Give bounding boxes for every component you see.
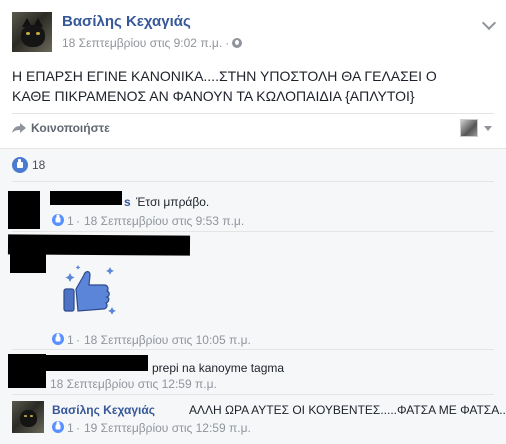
comment-like-count[interactable]: 1	[67, 333, 74, 347]
share-icon[interactable]	[12, 123, 26, 133]
meta-dot: ·	[76, 421, 80, 435]
post-header: Βασίλης Κεχαγιάς 18 Σεπτεμβρίου στις 9:0…	[12, 12, 497, 54]
post-meta: 18 Σεπτεμβρίου στις 9:02 π.μ. ·	[62, 36, 243, 50]
divider	[12, 231, 494, 232]
post-timestamp[interactable]: 18 Σεπτεμβρίου στις 9:02 π.μ.	[62, 36, 222, 50]
like-reaction-icon	[12, 157, 28, 173]
divider	[12, 394, 494, 395]
comment-like-count[interactable]: 1	[67, 421, 74, 435]
page-selector-avatar[interactable]	[460, 119, 478, 137]
post-card: Βασίλης Κεχαγιάς 18 Σεπτεμβρίου στις 9:0…	[0, 0, 506, 444]
comment-like-count[interactable]: 1	[67, 214, 74, 228]
author-avatar[interactable]	[12, 12, 52, 52]
share-button[interactable]: Κοινοποιήστε	[31, 121, 110, 135]
comment-timestamp[interactable]: 18 Σεπτεμβρίου στις 9:53 π.μ.	[84, 214, 244, 228]
redacted-name	[50, 191, 122, 205]
author-name[interactable]: Βασίλης Κεχαγιάς	[62, 13, 191, 30]
divider	[12, 181, 494, 182]
divider	[12, 113, 494, 114]
like-reaction-icon	[52, 214, 64, 226]
comment-timestamp[interactable]: 19 Σεπτεμβρίου στις 12:59 π.μ.	[84, 421, 251, 435]
caret-down-icon[interactable]	[484, 126, 492, 131]
divider	[12, 349, 494, 350]
redacted-avatar	[8, 191, 40, 229]
meta-separator: ·	[225, 36, 230, 50]
like-reaction-icon	[52, 333, 64, 345]
comment-text: ΑΛΛΗ ΩΡΑ ΑΥΤΕΣ ΟΙ ΚΟΥΒΕΝΤΕΣ.....ΦΑΤΣΑ ΜΕ…	[189, 403, 506, 417]
thumbs-up-sticker[interactable]	[62, 265, 120, 317]
redacted-avatar	[8, 354, 46, 388]
meta-dot: ·	[76, 333, 80, 347]
redacted-avatar	[10, 247, 46, 273]
chevron-down-icon[interactable]	[481, 15, 497, 31]
comment-author[interactable]: Βασίλης Κεχαγιάς	[52, 403, 155, 417]
comment-text: prepi na kanoyme tagma	[152, 361, 285, 375]
globe-icon[interactable]	[232, 38, 243, 48]
comment-author-suffix[interactable]: s	[124, 195, 131, 209]
redacted-name	[46, 355, 148, 371]
comment-timestamp[interactable]: 18 Σεπτεμβρίου στις 12:59 π.μ.	[50, 377, 217, 391]
like-count[interactable]: 18	[32, 158, 45, 172]
share-row: Κοινοποιήστε	[12, 118, 494, 142]
meta-dot: ·	[76, 214, 80, 228]
post-body: Η ΕΠΑΡΣΗ ΕΓΙΝΕ ΚΑΝΟΝΙΚΑ....ΣΤΗΝ ΥΠΟΣΤΟΛΗ…	[12, 68, 437, 104]
comment-timestamp[interactable]: 18 Σεπτεμβρίου στις 10:05 π.μ.	[84, 333, 251, 347]
comments-section: 18 s Έτσι μπράβο. 1 · 18 Σεπτεμβρίου στι…	[0, 148, 506, 444]
like-reaction-icon	[52, 421, 64, 433]
comment-avatar[interactable]	[12, 401, 44, 433]
comment-text: Έτσι μπράβο.	[136, 195, 210, 209]
